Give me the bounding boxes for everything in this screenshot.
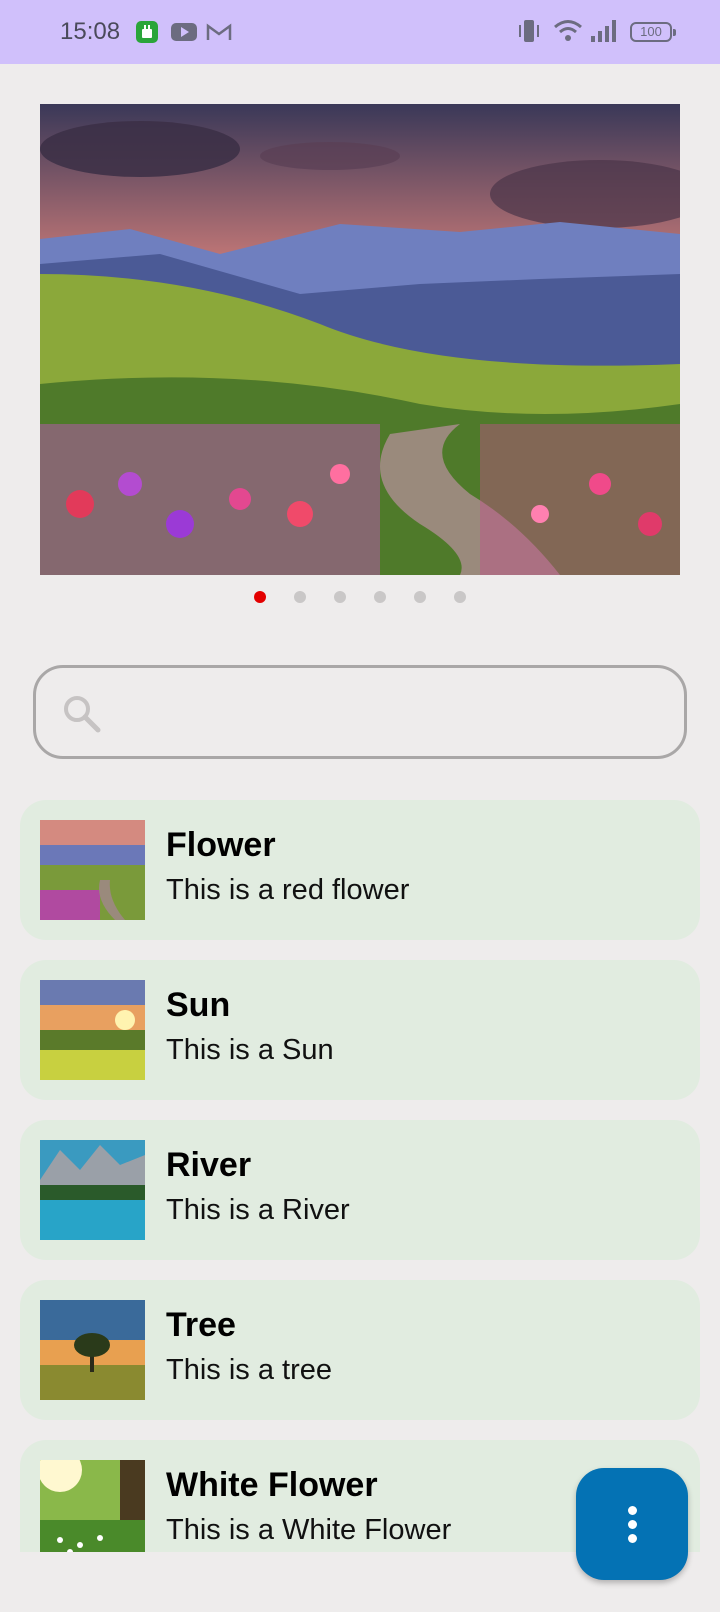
gmail-icon bbox=[206, 23, 232, 40]
item-list: Flower This is a red flower Sun This is … bbox=[20, 800, 700, 1552]
carousel-dot-3[interactable] bbox=[334, 591, 346, 603]
battery-icon: 100 bbox=[630, 22, 676, 42]
item-thumbnail bbox=[40, 1300, 145, 1400]
youtube-icon bbox=[171, 23, 197, 41]
wifi-icon bbox=[554, 20, 582, 41]
item-title: Sun bbox=[166, 986, 231, 1024]
item-description: This is a tree bbox=[166, 1354, 332, 1386]
more-options-button[interactable] bbox=[576, 1468, 688, 1580]
carousel-indicator bbox=[0, 591, 720, 607]
item-thumbnail bbox=[40, 820, 145, 920]
list-item[interactable]: River This is a River bbox=[20, 1120, 700, 1260]
status-time: 15:08 bbox=[60, 18, 121, 45]
list-item[interactable]: Flower This is a red flower bbox=[20, 800, 700, 940]
item-description: This is a red flower bbox=[166, 874, 410, 906]
item-title: River bbox=[166, 1146, 252, 1184]
landscape-image bbox=[40, 104, 680, 575]
item-title: White Flower bbox=[166, 1466, 378, 1504]
item-thumbnail bbox=[40, 980, 145, 1080]
carousel-dot-5[interactable] bbox=[414, 591, 426, 603]
search-box[interactable] bbox=[33, 665, 687, 759]
list-item[interactable]: Tree This is a tree bbox=[20, 1280, 700, 1420]
carousel-image[interactable] bbox=[40, 104, 680, 575]
item-description: This is a Sun bbox=[166, 1034, 334, 1066]
item-thumbnail bbox=[40, 1140, 145, 1240]
android-app-icon bbox=[136, 21, 158, 43]
carousel-dot-2[interactable] bbox=[294, 591, 306, 603]
signal-icon bbox=[591, 20, 616, 42]
search-input[interactable] bbox=[116, 688, 656, 736]
list-item[interactable]: Sun This is a Sun bbox=[20, 960, 700, 1100]
carousel-dot-4[interactable] bbox=[374, 591, 386, 603]
status-bar: 15:08 100 bbox=[0, 0, 720, 64]
item-description: This is a River bbox=[166, 1194, 350, 1226]
carousel-dot-1[interactable] bbox=[254, 591, 266, 603]
item-thumbnail bbox=[40, 1460, 145, 1552]
search-icon bbox=[64, 696, 101, 733]
item-description: This is a White Flower bbox=[166, 1514, 452, 1546]
item-title: Flower bbox=[166, 826, 276, 864]
item-title: Tree bbox=[166, 1306, 236, 1344]
carousel-dot-6[interactable] bbox=[454, 591, 466, 603]
vibrate-icon bbox=[519, 20, 539, 42]
